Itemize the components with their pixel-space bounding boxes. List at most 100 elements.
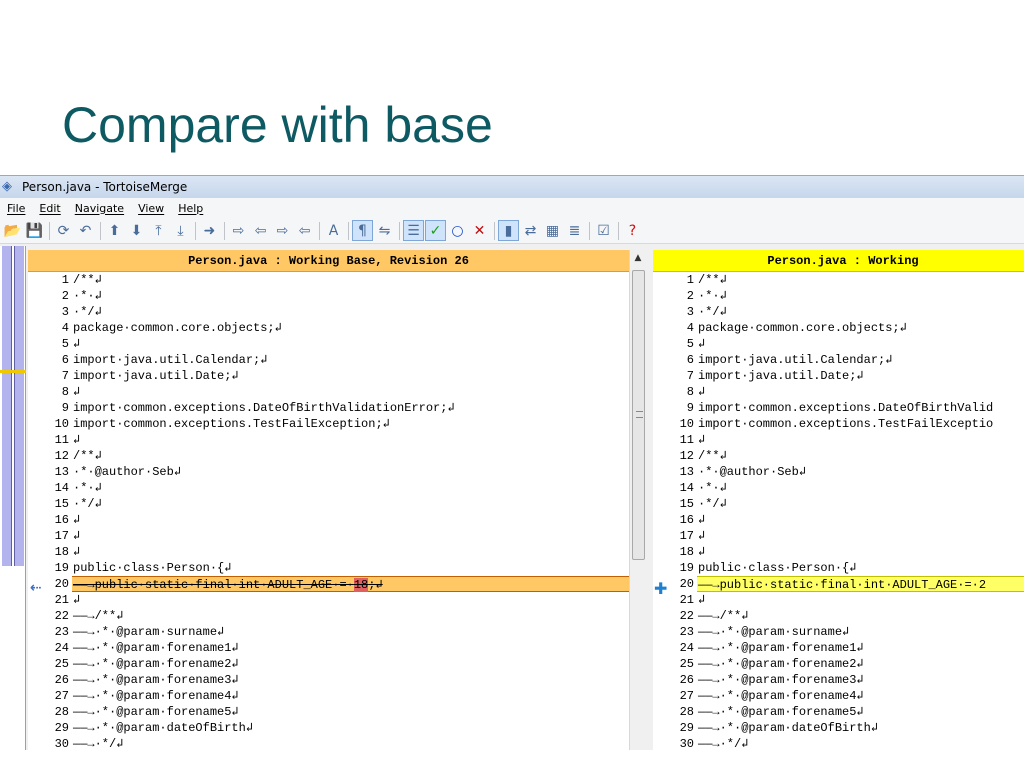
open-icon[interactable]: 📂 [2, 220, 23, 241]
save-icon[interactable]: 💾 [24, 220, 45, 241]
code-line[interactable]: 2 ·*·↲ [653, 288, 1024, 304]
code-line[interactable]: 26 ——→·*·@param·forename3↲ [28, 672, 629, 688]
code-line[interactable]: 19 public·class·Person·{↲ [28, 560, 629, 576]
twoway-view-icon[interactable]: ⇄ [520, 220, 541, 241]
next-conflict-icon[interactable]: ⇨ [228, 220, 249, 241]
mark-resolved-icon[interactable]: ✕ [469, 220, 490, 241]
code-line[interactable]: 23 ——→·*·@param·surname↲ [653, 624, 1024, 640]
code-line[interactable]: 28 ——→·*·@param·forename5↲ [653, 704, 1024, 720]
prev-conflict-icon[interactable]: ⇦ [250, 220, 271, 241]
code-line[interactable]: 16 ↲ [28, 512, 629, 528]
code-line[interactable]: 1/**↲ [28, 272, 629, 288]
code-line[interactable]: 10 import·common.exceptions.TestFailExcep… [653, 416, 1024, 432]
code-line[interactable]: 4 package·common.core.objects;↲ [653, 320, 1024, 336]
next-inline-icon[interactable]: ⇨ [272, 220, 293, 241]
code-line[interactable]: 12/**↲ [28, 448, 629, 464]
code-line[interactable]: 30 ——→·*/↲ [28, 736, 629, 750]
last-difference-icon[interactable]: ⤓ [170, 220, 191, 241]
code-line[interactable]: 6 import·java.util.Calendar;↲ [653, 352, 1024, 368]
code-line[interactable]: 9 import·common.exceptions.DateOfBirthVal… [28, 400, 629, 416]
menu-edit[interactable]: Edit [32, 202, 67, 215]
menu-navigate[interactable]: Navigate [68, 202, 131, 215]
code-line[interactable]: 2 ·*·↲ [28, 288, 629, 304]
code-line[interactable]: 20 ——→public·static·final·int·ADULT_AGE·=… [653, 576, 1024, 592]
prev-inline-icon[interactable]: ⇦ [294, 220, 315, 241]
menu-help[interactable]: Help [171, 202, 210, 215]
code-line[interactable]: 18 ↲ [653, 544, 1024, 560]
code-line[interactable]: 11 ↲ [653, 432, 1024, 448]
next-difference-icon[interactable]: ⬇ [126, 220, 147, 241]
code-line[interactable]: 21 ↲ [28, 592, 629, 608]
code-line[interactable]: 13 ·*·@author·Seb↲ [653, 464, 1024, 480]
menu-file[interactable]: File [0, 202, 32, 215]
use-mine-icon[interactable]: ○ [447, 220, 468, 241]
code-line[interactable]: 22 ——→/**↲ [653, 608, 1024, 624]
code-line[interactable]: 15 ·*/↲ [653, 496, 1024, 512]
linediff-icon[interactable]: ☰ [403, 220, 424, 241]
wrap-icon[interactable]: ⇋ [374, 220, 395, 241]
right-pane-lines[interactable]: 1/**↲ 2 ·*·↲ 3 ·*/↲ 4 package·common.core.obje… [653, 272, 1024, 750]
line-number: 14 [653, 480, 697, 496]
code-line[interactable]: 3 ·*/↲ [653, 304, 1024, 320]
code-line[interactable]: 24 ——→·*·@param·forename1↲ [653, 640, 1024, 656]
left-pane-scrollbar[interactable]: ▲ [629, 250, 646, 750]
code-line[interactable]: 20 ——→public·static·final·int·ADULT_AGE·=… [28, 576, 629, 592]
window-titlebar[interactable]: ◈ Person.java - TortoiseMerge [0, 176, 1024, 198]
scroll-up-arrow-icon[interactable]: ▲ [630, 250, 646, 267]
code-line[interactable]: 17 ↲ [653, 528, 1024, 544]
code-line[interactable]: 10 import·common.exceptions.TestFailExcep… [28, 416, 629, 432]
code-line[interactable]: 29 ——→·*·@param·dateOfBirth↲ [653, 720, 1024, 736]
diff-locator-bar[interactable] [0, 246, 26, 750]
code-line[interactable]: 21 ↲ [653, 592, 1024, 608]
code-line[interactable]: 8 ↲ [28, 384, 629, 400]
code-line[interactable]: 29 ——→·*·@param·dateOfBirth↲ [28, 720, 629, 736]
code-line[interactable]: 5 ↲ [653, 336, 1024, 352]
code-line[interactable]: 24 ——→·*·@param·forename1↲ [28, 640, 629, 656]
code-line[interactable]: 5 ↲ [28, 336, 629, 352]
code-line[interactable]: 28 ——→·*·@param·forename5↲ [28, 704, 629, 720]
code-line[interactable]: 6 import·java.util.Calendar;↲ [28, 352, 629, 368]
code-line[interactable]: 14 ·*·↲ [653, 480, 1024, 496]
line-number: 19 [28, 560, 72, 576]
use-theirs-icon[interactable]: ✓ [425, 220, 446, 241]
left-pane-lines[interactable]: 1/**↲ 2 ·*·↲ 3 ·*/↲ 4 package·common.core.obje… [28, 272, 629, 750]
scrollbar-thumb[interactable] [632, 270, 645, 560]
prev-difference-icon[interactable]: ⬆ [104, 220, 125, 241]
code-line[interactable]: 26 ——→·*·@param·forename3↲ [653, 672, 1024, 688]
code-line[interactable]: 17 ↲ [28, 528, 629, 544]
code-line[interactable]: 23 ——→·*·@param·surname↲ [28, 624, 629, 640]
code-line[interactable]: 22 ——→/**↲ [28, 608, 629, 624]
code-line[interactable]: 9 import·common.exceptions.DateOfBirthVal… [653, 400, 1024, 416]
sidebyside-icon[interactable]: ≣ [564, 220, 585, 241]
code-line[interactable]: 3 ·*/↲ [28, 304, 629, 320]
first-difference-icon[interactable]: ⤒ [148, 220, 169, 241]
code-line[interactable]: 7 import·java.util.Date;↲ [653, 368, 1024, 384]
code-line[interactable]: 13 ·*·@author·Seb↲ [28, 464, 629, 480]
code-line[interactable]: 18 ↲ [28, 544, 629, 560]
menu-view[interactable]: View [131, 202, 171, 215]
code-line[interactable]: 14 ·*·↲ [28, 480, 629, 496]
code-line[interactable]: 12/**↲ [653, 448, 1024, 464]
oneway-view-icon[interactable]: ▮ [498, 220, 519, 241]
code-line[interactable]: 25 ——→·*·@param·forename2↲ [28, 656, 629, 672]
code-line[interactable]: 7 import·java.util.Date;↲ [28, 368, 629, 384]
reload-icon[interactable]: ⟳ [53, 220, 74, 241]
code-line[interactable]: 11 ↲ [28, 432, 629, 448]
code-line[interactable]: 4 package·common.core.objects;↲ [28, 320, 629, 336]
code-line[interactable]: 30 ——→·*/↲ [653, 736, 1024, 750]
whitespace-icon[interactable]: ¶ [352, 220, 373, 241]
help-icon[interactable]: ? [622, 220, 643, 241]
patch-icon[interactable]: ☑ [593, 220, 614, 241]
code-line[interactable]: 27 ——→·*·@param·forename4↲ [28, 688, 629, 704]
code-line[interactable]: 16 ↲ [653, 512, 1024, 528]
find-icon[interactable]: A [323, 220, 344, 241]
code-line[interactable]: 19 public·class·Person·{↲ [653, 560, 1024, 576]
code-line[interactable]: 27 ——→·*·@param·forename4↲ [653, 688, 1024, 704]
undo-icon[interactable]: ↶ [75, 220, 96, 241]
code-line[interactable]: 8 ↲ [653, 384, 1024, 400]
code-line[interactable]: 25 ——→·*·@param·forename2↲ [653, 656, 1024, 672]
threeway-view-icon[interactable]: ▦ [542, 220, 563, 241]
code-line[interactable]: 15 ·*/↲ [28, 496, 629, 512]
code-line[interactable]: 1/**↲ [653, 272, 1024, 288]
go-next-icon[interactable]: ➜ [199, 220, 220, 241]
